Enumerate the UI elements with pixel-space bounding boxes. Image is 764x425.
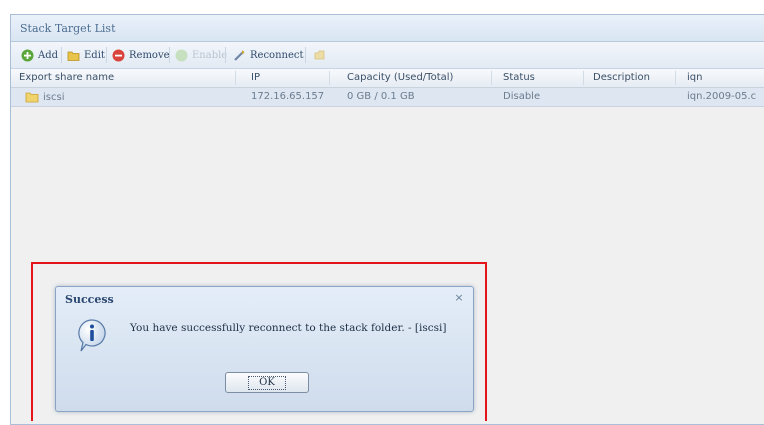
table-row[interactable]: iscsi 172.16.65.157 0 GB / 0.1 GB Disabl… (11, 88, 764, 107)
panel-title: Stack Target List (20, 22, 116, 35)
column-divider (235, 71, 236, 85)
folder-icon (25, 91, 39, 103)
reconnect-label: Reconnect (250, 49, 304, 61)
ok-label: OK (248, 375, 286, 390)
cell-ip: 172.16.65.157 (251, 91, 325, 102)
success-dialog: Success × You have successfully reconnec… (55, 286, 474, 412)
column-divider (491, 71, 492, 85)
toolbar-divider (61, 47, 62, 63)
column-header-ip[interactable]: IP (251, 72, 260, 83)
column-divider (675, 71, 676, 85)
column-divider (329, 71, 330, 85)
table-header: Export share name IP Capacity (Used/Tota… (11, 69, 764, 88)
add-label: Add (38, 49, 59, 61)
remove-label: Remove (129, 49, 170, 61)
share-name-text: iscsi (43, 91, 65, 103)
toolbar-divider (225, 47, 226, 63)
plus-circle-icon (21, 49, 34, 62)
minus-circle-icon (112, 49, 125, 62)
info-icon (78, 319, 106, 353)
cell-status: Disable (503, 91, 541, 102)
toolbar-divider (106, 47, 107, 63)
reconnect-button[interactable]: Reconnect (233, 46, 304, 64)
folder-edit-icon (67, 49, 80, 62)
enable-button[interactable]: Enable (175, 46, 227, 64)
column-header-capacity[interactable]: Capacity (Used/Total) (347, 72, 453, 83)
cell-capacity: 0 GB / 0.1 GB (347, 91, 415, 102)
refresh-button[interactable] (313, 46, 330, 64)
cell-share-name: iscsi (25, 91, 64, 103)
wand-icon (233, 49, 246, 62)
toolbar-divider (169, 47, 170, 63)
column-header-share-name[interactable]: Export share name (19, 72, 114, 83)
column-header-description[interactable]: Description (593, 72, 650, 83)
toolbar-divider (305, 47, 306, 63)
enable-icon (175, 49, 188, 62)
edit-button[interactable]: Edit (67, 46, 105, 64)
enable-label: Enable (192, 49, 228, 61)
column-header-iqn[interactable]: iqn (687, 72, 702, 83)
panel-header: Stack Target List (11, 15, 764, 42)
remove-button[interactable]: Remove (112, 46, 170, 64)
close-icon[interactable]: × (453, 292, 465, 304)
refresh-icon (313, 49, 326, 62)
cell-iqn: iqn.2009-05.c (687, 91, 757, 102)
edit-label: Edit (84, 49, 105, 61)
toolbar: Add Edit Remove Enable Reconnect (11, 42, 764, 69)
dialog-message: You have successfully reconnect to the s… (130, 322, 447, 334)
ok-button[interactable]: OK (225, 372, 309, 393)
add-button[interactable]: Add (21, 46, 58, 64)
column-header-status[interactable]: Status (503, 72, 535, 83)
column-divider (583, 71, 584, 85)
dialog-title: Success (65, 293, 114, 306)
